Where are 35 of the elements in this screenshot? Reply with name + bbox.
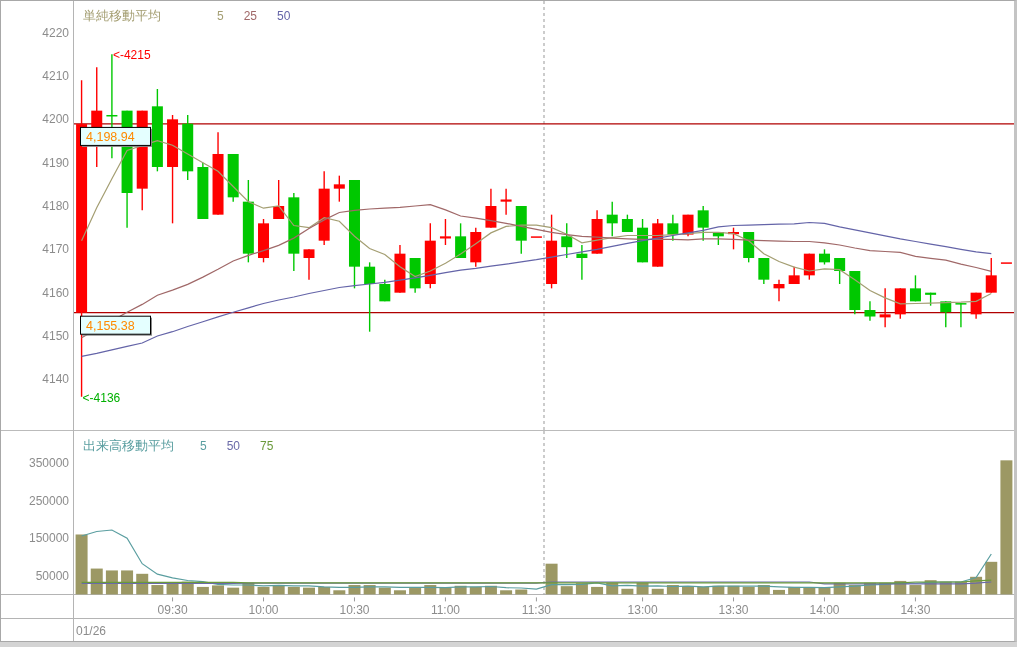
- time-label: 13:00: [627, 603, 658, 618]
- legend-item: 50: [226, 439, 241, 453]
- axis-label: 350000: [28, 456, 69, 471]
- axis-label: 4170: [42, 242, 69, 257]
- legend-item: 5: [217, 9, 224, 23]
- time-label: 14:30: [900, 603, 931, 618]
- axis-label: 150000: [28, 531, 69, 546]
- legend-item: 25: [243, 9, 258, 23]
- axis-label: 4160: [42, 285, 69, 300]
- legend-item: 75: [260, 439, 274, 453]
- price-marker-label: <-4136: [82, 390, 121, 405]
- time-label: 11:00: [430, 603, 460, 618]
- time-label: 11:30: [521, 603, 551, 618]
- axis-label: 4220: [42, 25, 69, 40]
- time-label: 09:30: [157, 603, 188, 618]
- axis-label: 4200: [42, 112, 69, 127]
- price-label: 4,198.94: [86, 130, 135, 145]
- axis-label: 50000: [35, 568, 69, 583]
- axis-label: 250000: [28, 493, 69, 508]
- axis-label: 4190: [42, 155, 69, 170]
- axis-label: 4210: [42, 69, 69, 83]
- legend-item: 5: [200, 439, 207, 453]
- time-label: 14:00: [809, 603, 840, 618]
- legend-title: 単純移動平均: [83, 8, 161, 23]
- time-label: 10:00: [248, 603, 279, 618]
- price-marker-label: <-4215: [112, 48, 151, 63]
- price-label: 4,155.38: [86, 319, 135, 334]
- axis-label: 4180: [42, 199, 69, 213]
- axis-label: 4140: [42, 372, 69, 387]
- axis-label: 4150: [42, 329, 69, 343]
- legend-item: 50: [277, 9, 291, 23]
- date-label: 01/26: [76, 624, 107, 638]
- time-label: 10:30: [339, 603, 370, 618]
- legend-title: 出来高移動平均: [83, 438, 174, 453]
- time-label: 13:30: [718, 603, 749, 618]
